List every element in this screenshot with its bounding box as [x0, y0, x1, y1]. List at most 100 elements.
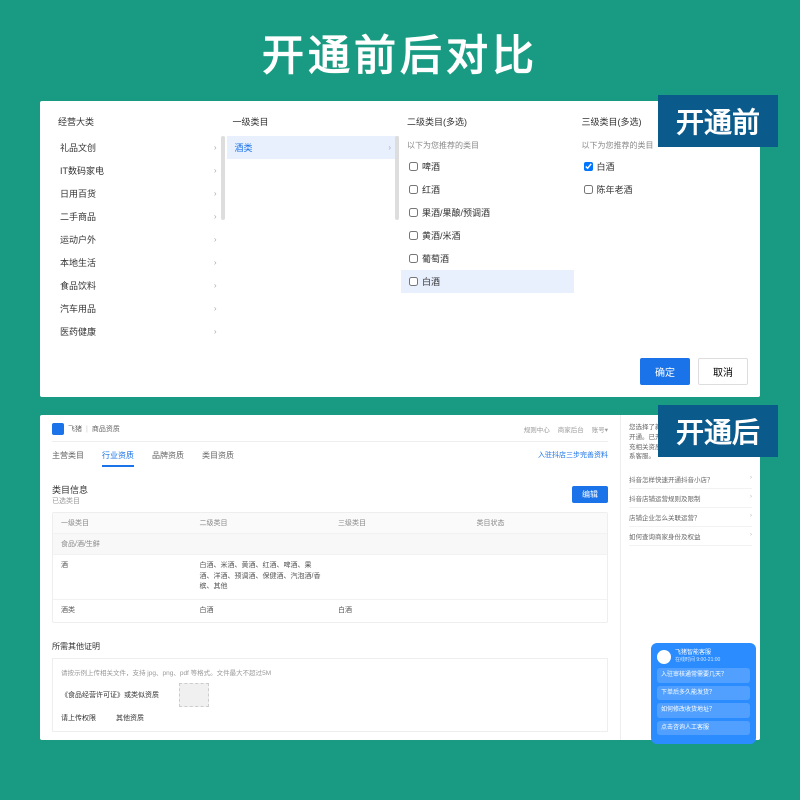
upload-label-3: 其他资质	[116, 713, 144, 723]
chevron-right-icon: ›	[214, 212, 217, 221]
dash-sec1-sub: 已选类目	[52, 496, 88, 506]
after-panel-wrap: 开通后 飞猪 | 商品资质 规则中心 商家后台 账号▾ 主营类目行业资质品牌资质…	[40, 415, 760, 740]
cat-checkbox-item[interactable]: 白酒	[576, 155, 749, 178]
checkbox[interactable]	[584, 185, 593, 194]
cat-checkbox-item[interactable]: 陈年老酒	[576, 178, 749, 201]
top-link-backend[interactable]: 商家后台	[558, 424, 584, 434]
scrollbar-icon	[221, 136, 225, 220]
side-help-item[interactable]: 抖音店铺运营规则及限制›	[629, 489, 752, 508]
logo-icon	[52, 423, 64, 435]
dash-sidebar: 您选择了新平台抖音小店，该抖音店铺已开通。已开通「食品」主营类目，现需补充相关资…	[620, 415, 760, 740]
cat-checkbox-item[interactable]: 红酒	[401, 178, 574, 201]
cat-col1-list[interactable]: 酒类›	[227, 136, 400, 346]
chevron-right-icon: ›	[214, 166, 217, 175]
dash-tab[interactable]: 品牌资质	[152, 450, 184, 467]
cat-col3-list[interactable]: 以下为您推荐的类目 白酒陈年老酒	[576, 136, 749, 346]
checkbox[interactable]	[409, 254, 418, 263]
cat-col2-list[interactable]: 以下为您推荐的类目 啤酒红酒果酒/果酿/预调酒黄酒/米酒葡萄酒白酒	[401, 136, 574, 346]
chevron-right-icon: ›	[750, 474, 752, 484]
cat-col-2: 二级类目(多选) 以下为您推荐的类目 啤酒红酒果酒/果酿/预调酒黄酒/米酒葡萄酒…	[401, 111, 574, 346]
upload-title: 所需其他证明	[52, 641, 608, 652]
logo-text: 飞猪	[68, 424, 82, 434]
edit-button[interactable]: 编辑	[572, 486, 608, 503]
td: 酒	[53, 555, 192, 599]
top-account[interactable]: 账号▾	[592, 424, 608, 434]
chat-suggestion[interactable]: 入驻审核通常需要几天？	[657, 668, 750, 682]
chevron-right-icon: ›	[214, 281, 217, 290]
upload-slot[interactable]	[179, 683, 209, 707]
cancel-button[interactable]: 取消	[698, 358, 748, 385]
table-row: 酒类 白酒 白酒	[53, 599, 607, 623]
cat-col0-head: 经营大类	[52, 111, 225, 132]
cat-item[interactable]: 汽车用品›	[52, 297, 225, 320]
cat-item[interactable]: 滋补保健›	[52, 343, 225, 346]
dash-tab[interactable]: 主营类目	[52, 450, 84, 467]
cat-col-1: 一级类目 酒类›	[227, 111, 400, 346]
td: 白酒	[330, 600, 469, 623]
dash-tab[interactable]: 行业资质	[102, 450, 134, 467]
scrollbar-icon	[395, 136, 399, 220]
upload-note: 请按示例上传相关文件，支持 jpg、png、pdf 等格式。文件最大不超过5M	[61, 667, 599, 677]
checkbox[interactable]	[409, 185, 418, 194]
cat-item[interactable]: 运动户外›	[52, 228, 225, 251]
chevron-right-icon: ›	[750, 512, 752, 522]
chevron-right-icon: ›	[214, 235, 217, 244]
cat-item[interactable]: 医药健康›	[52, 320, 225, 343]
td	[469, 600, 608, 623]
chevron-right-icon: ›	[750, 531, 752, 541]
td: 白酒、米酒、黄酒、红酒、啤酒、果酒、洋酒、预调酒、保健酒、汽泡酒/香槟、其他	[192, 555, 331, 599]
chevron-right-icon: ›	[750, 493, 752, 503]
side-help-item[interactable]: 店铺企业怎么关联运营？›	[629, 508, 752, 527]
dash-tab[interactable]: 类目资质	[202, 450, 234, 467]
side-help-item[interactable]: 如何查询商家身份及权益›	[629, 527, 752, 546]
cat-item[interactable]: 酒类›	[227, 136, 400, 159]
cat-checkbox-item[interactable]: 葡萄酒	[401, 247, 574, 270]
table-row: 酒 白酒、米酒、黄酒、红酒、啤酒、果酒、洋酒、预调酒、保健酒、汽泡酒/香槟、其他	[53, 554, 607, 599]
cat-col2-head: 二级类目(多选)	[401, 111, 574, 132]
cat-item[interactable]: 本地生活›	[52, 251, 225, 274]
cat-col2-note: 以下为您推荐的类目	[401, 136, 574, 155]
upload-label-1: 《食品经营许可证》或类似资质	[61, 690, 159, 700]
dash-tabs: 主营类目 行业资质 品牌资质 类目资质 入驻抖店三步完善资料	[52, 442, 608, 475]
cat-item[interactable]: IT数码家电›	[52, 159, 225, 182]
cat-checkbox-item[interactable]: 黄酒/米酒	[401, 224, 574, 247]
dash-tab-link[interactable]: 入驻抖店三步完善资料	[538, 450, 608, 467]
cat-checkbox-item[interactable]: 白酒	[401, 270, 574, 293]
cat-checkbox-item[interactable]: 啤酒	[401, 155, 574, 178]
td	[469, 555, 608, 599]
checkbox[interactable]	[409, 231, 418, 240]
cat-col-0: 经营大类 礼品文创›IT数码家电›日用百货›二手商品›运动户外›本地生活›食品饮…	[52, 111, 225, 346]
th-3: 三级类目	[330, 513, 469, 533]
chat-avatar-icon	[657, 650, 671, 664]
cat-item[interactable]: 礼品文创›	[52, 136, 225, 159]
chevron-right-icon: ›	[214, 143, 217, 152]
chevron-right-icon: ›	[214, 327, 217, 336]
cat-col0-list[interactable]: 礼品文创›IT数码家电›日用百货›二手商品›运动户外›本地生活›食品饮料›汽车用…	[52, 136, 225, 346]
side-help-item[interactable]: 抖音怎样快速开通抖音小店？›	[629, 470, 752, 489]
dash-sec-categories: 类目信息 已选类目 编辑 一级类目 二级类目 三级类目 类目状态 食品/酒/生鲜…	[52, 475, 608, 631]
before-panel-wrap: 开通前 经营大类 礼品文创›IT数码家电›日用百货›二手商品›运动户外›本地生活…	[40, 101, 760, 397]
chat-suggestion[interactable]: 点击咨询人工客服	[657, 721, 750, 735]
cat-item[interactable]: 二手商品›	[52, 205, 225, 228]
th-2: 二级类目	[192, 513, 331, 533]
dash-subhead-1: 食品/酒/生鲜	[53, 533, 607, 554]
chevron-right-icon: ›	[214, 304, 217, 313]
chat-sub: 在线时间 9:00-21:00	[675, 657, 720, 664]
chat-suggestion[interactable]: 如何修改收货地址？	[657, 703, 750, 717]
th-1: 一级类目	[53, 513, 192, 533]
cat-checkbox-item[interactable]: 果酒/果酿/预调酒	[401, 201, 574, 224]
checkbox[interactable]	[409, 277, 418, 286]
top-link-rules[interactable]: 规则中心	[524, 424, 550, 434]
cat-item[interactable]: 日用百货›	[52, 182, 225, 205]
checkbox[interactable]	[584, 162, 593, 171]
chat-suggestion[interactable]: 下单后多久能发货？	[657, 686, 750, 700]
cat-item[interactable]: 食品饮料›	[52, 274, 225, 297]
category-selector-panel: 经营大类 礼品文创›IT数码家电›日用百货›二手商品›运动户外›本地生活›食品饮…	[40, 101, 760, 397]
checkbox[interactable]	[409, 208, 418, 217]
chat-widget[interactable]: 飞猪智能客服 在线时间 9:00-21:00 入驻审核通常需要几天？下单后多久能…	[651, 643, 756, 744]
dash-logo[interactable]: 飞猪 | 商品资质	[52, 423, 120, 435]
confirm-button[interactable]: 确定	[640, 358, 690, 385]
chevron-right-icon: ›	[214, 258, 217, 267]
main-title: 开通前后对比	[0, 0, 800, 101]
checkbox[interactable]	[409, 162, 418, 171]
